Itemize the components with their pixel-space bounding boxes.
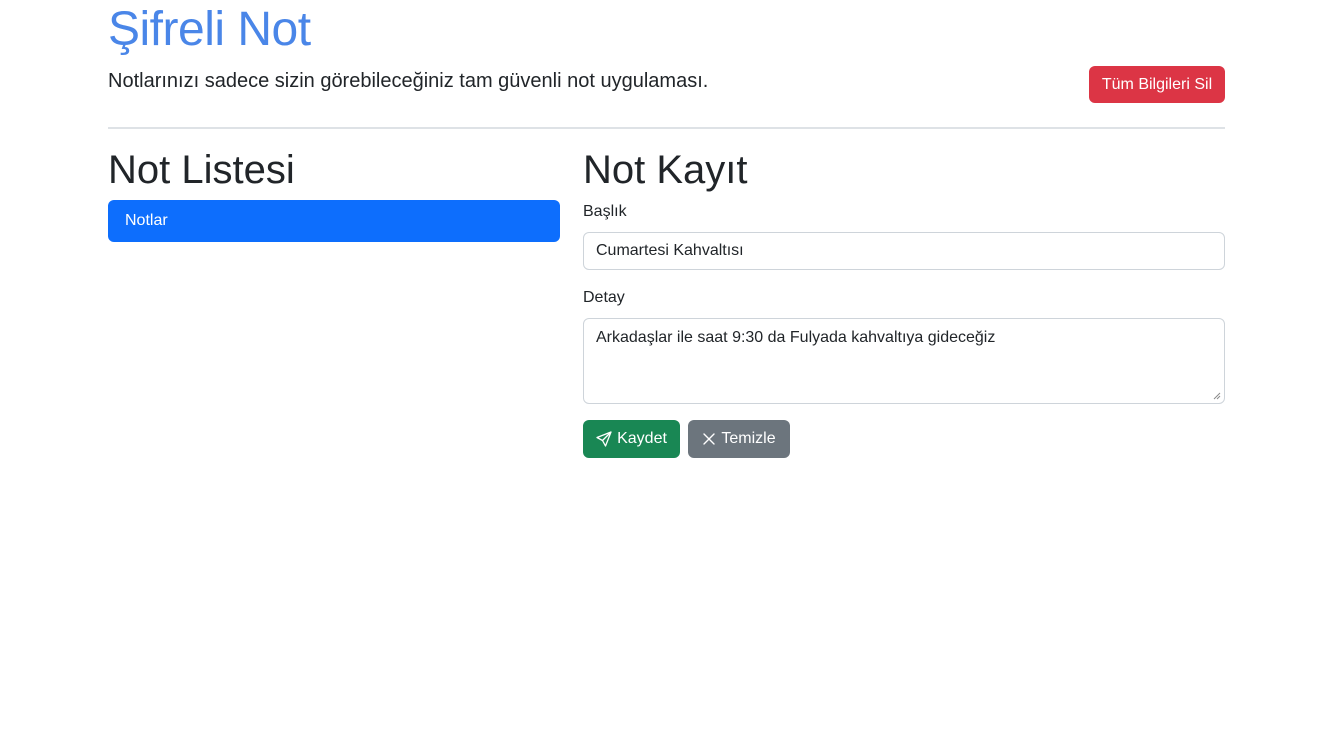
- close-icon: [703, 433, 716, 445]
- list-item-notes[interactable]: Notlar: [108, 200, 560, 242]
- resize-handle-icon[interactable]: [1213, 392, 1221, 400]
- clear-button-label: Temizle: [721, 430, 776, 447]
- save-button[interactable]: Kaydet: [583, 420, 680, 458]
- app-container: Şifreli Not Notlarınızı sadece sizin gör…: [108, 0, 1225, 751]
- delete-all-button[interactable]: Tüm Bilgileri Sil: [1089, 66, 1225, 103]
- detail-textarea[interactable]: Arkadaşlar ile saat 9:30 da Fulyada kahv…: [583, 318, 1225, 404]
- detail-text: Arkadaşlar ile saat 9:30 da Fulyada kahv…: [596, 329, 996, 346]
- send-icon: [596, 431, 612, 447]
- note-form-heading: Not Kayıt: [583, 148, 748, 192]
- save-button-label: Kaydet: [617, 430, 667, 447]
- page-subtitle: Notlarınızı sadece sizin görebileceğiniz…: [108, 70, 709, 92]
- detail-field-label: Detay: [583, 289, 625, 306]
- page-title: Şifreli Not: [108, 3, 311, 56]
- title-input[interactable]: Cumartesi Kahvaltısı: [583, 232, 1225, 270]
- clear-button[interactable]: Temizle: [688, 420, 790, 458]
- header-divider: [108, 127, 1225, 129]
- title-field-label: Başlık: [583, 203, 627, 220]
- note-list-heading: Not Listesi: [108, 148, 295, 192]
